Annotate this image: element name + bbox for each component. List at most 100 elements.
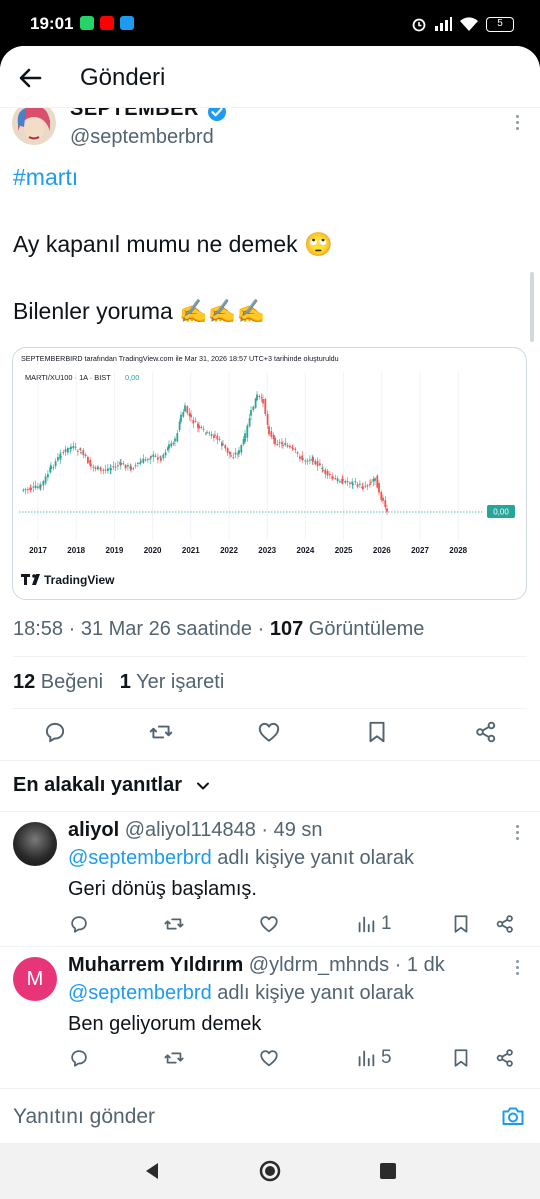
chart-candle (30, 487, 32, 490)
chart-candle (104, 469, 107, 471)
reply-repost-button[interactable] (163, 913, 185, 935)
chart-caption: SEPTEMBERBIRD tarafından TradingView.com… (21, 354, 339, 363)
chart-candle (384, 500, 387, 508)
post-line-1: Ay kapanıl mumu ne demek 🙄 (13, 231, 333, 257)
like-button[interactable] (256, 719, 282, 745)
bookmark-icon (454, 915, 468, 933)
chart-x-tick-label: 2020 (144, 546, 162, 555)
chart-candle (292, 447, 294, 450)
chart-candle (122, 463, 125, 465)
divider (13, 656, 527, 657)
reply-repost-button[interactable] (163, 1047, 185, 1069)
chart-candle (380, 492, 383, 500)
reply-reply-button[interactable] (68, 913, 90, 935)
chart-candle (309, 459, 311, 461)
chart-candle (349, 482, 351, 484)
post-timestamp: 18:58 · 31 Mar 26 saatinde · (13, 618, 270, 640)
chart-candle (120, 462, 122, 465)
nav-recents-icon[interactable] (376, 1159, 400, 1183)
heart-icon (258, 722, 280, 742)
reply-author-name[interactable]: Muharrem Yıldırım (68, 954, 243, 976)
chart-candle (150, 456, 152, 458)
reply-views-button[interactable] (355, 1047, 377, 1069)
reply-context-text: adlı kişiye yanıt olarak (211, 982, 415, 1004)
chart-candle (67, 447, 69, 453)
sort-replies-dropdown[interactable]: En alakalı yanıtlar (13, 774, 182, 797)
reply-more-icon[interactable] (508, 959, 526, 977)
reply-like-button[interactable] (258, 1047, 280, 1069)
reply-bookmark-button[interactable] (450, 1047, 472, 1069)
back-arrow-icon[interactable] (14, 62, 46, 94)
scrollbar-thumb[interactable] (530, 272, 534, 342)
chart-candle (334, 478, 337, 480)
chart-candle (100, 469, 102, 471)
chart-candle (64, 449, 67, 452)
chart-candle (222, 443, 224, 445)
reply-mention[interactable]: @septemberbrd (68, 982, 212, 1004)
likes-label[interactable]: Beğeni (35, 671, 103, 693)
bookmarks-label[interactable]: Yer işareti (131, 671, 224, 693)
chart-candle (60, 456, 62, 458)
bookmark-button[interactable] (364, 719, 390, 745)
bookmark-icon (369, 721, 385, 743)
reply-author-handle[interactable]: @aliyol114848 (125, 819, 256, 841)
reply-icon (71, 1050, 87, 1067)
author-handle[interactable]: @septemberbrd (70, 126, 214, 149)
chevron-down-icon[interactable] (194, 777, 212, 795)
reply-avatar[interactable]: M (13, 957, 57, 1001)
reply-reply-button[interactable] (68, 1047, 90, 1069)
reply-author-handle[interactable]: @yldrm_mhnds (249, 954, 389, 976)
chart-candle (27, 489, 29, 491)
chart-candle (42, 481, 45, 486)
chart-candle (250, 410, 252, 416)
reply-mention[interactable]: @septemberbrd (68, 847, 212, 869)
chart-candle (284, 442, 287, 446)
chart-candle (226, 448, 229, 453)
reply-more-icon[interactable] (508, 824, 526, 842)
nav-back-icon[interactable] (140, 1159, 164, 1183)
reply-author-name[interactable]: aliyol (68, 819, 119, 841)
likes-count[interactable]: 12 (13, 671, 35, 693)
chart-candle (137, 462, 139, 464)
chart-candle (82, 450, 85, 456)
post-hashtag[interactable]: #martı (13, 164, 78, 191)
reply-context: @septemberbrd adlı kişiye yanıt olarak (68, 982, 414, 1005)
chart-candle (344, 481, 347, 483)
reply-context-text: adlı kişiye yanıt olarak (211, 847, 415, 869)
reply-share-button[interactable] (494, 1047, 516, 1069)
reply-views-button[interactable] (355, 913, 377, 935)
wifi-icon (460, 16, 478, 31)
post-more-icon[interactable] (508, 114, 526, 132)
chart-candle (213, 435, 215, 438)
chart-candle (157, 457, 159, 460)
views-icon (358, 1050, 375, 1067)
nav-home-icon[interactable] (258, 1159, 282, 1183)
reply-bookmark-button[interactable] (450, 913, 472, 935)
post-chart-image[interactable]: SEPTEMBERBIRD tarafından TradingView.com… (12, 347, 527, 600)
reply-input[interactable]: Yanıtını gönder (13, 1105, 155, 1129)
chart-candle (32, 486, 35, 488)
chart-candle (70, 446, 72, 450)
camera-icon[interactable] (500, 1103, 526, 1129)
share-button[interactable] (473, 719, 499, 745)
reply-button[interactable] (42, 719, 68, 745)
chart-candle (22, 489, 25, 491)
chart-candle (282, 444, 284, 446)
reply-like-button[interactable] (258, 913, 280, 935)
reply-composer[interactable]: Yanıtını gönder (0, 1088, 540, 1143)
chart-candle (37, 486, 39, 488)
chart-candle (372, 479, 375, 482)
reply-time: · 1 dk (389, 954, 445, 976)
reply-share-button[interactable] (494, 913, 516, 935)
chart-candle (130, 466, 132, 470)
chart-x-tick-label: 2022 (220, 546, 238, 555)
chart-candle (238, 450, 240, 454)
bookmarks-count[interactable]: 1 (120, 671, 131, 693)
post-meta: 18:58 · 31 Mar 26 saatinde · 107 Görüntü… (13, 618, 424, 641)
repost-button[interactable] (148, 719, 174, 745)
reply-avatar[interactable] (13, 822, 57, 866)
chart-x-tick-label: 2021 (182, 546, 200, 555)
chart-candle (97, 466, 99, 470)
status-bar: 19:01 5 (0, 0, 540, 48)
views-label: Görüntüleme (303, 618, 425, 640)
